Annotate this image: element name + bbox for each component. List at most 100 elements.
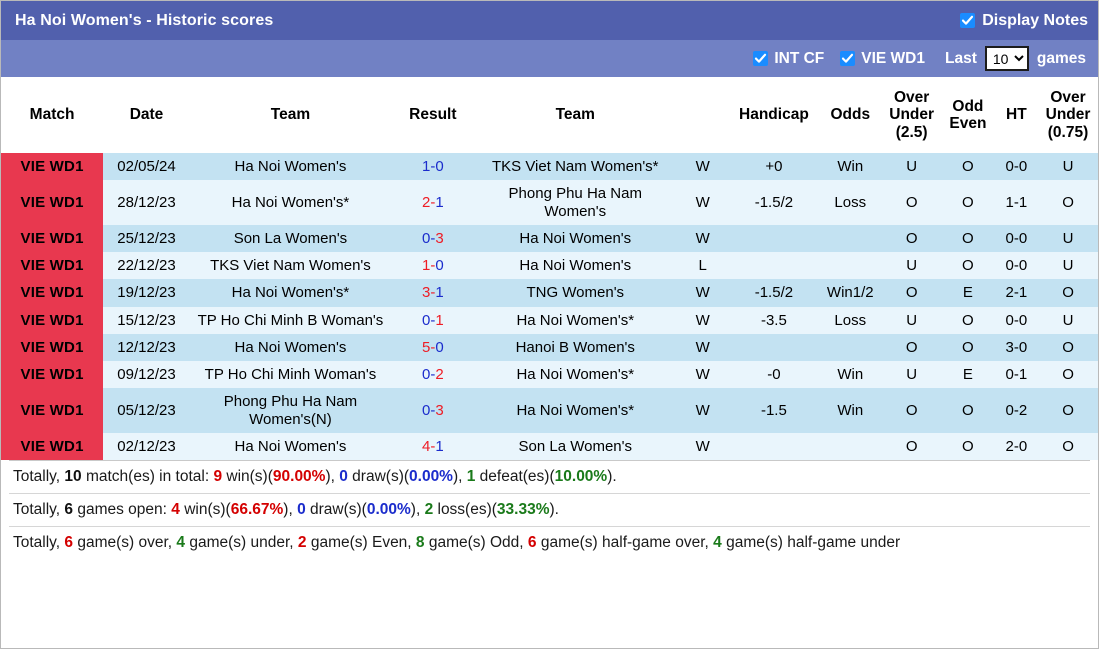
cell-result[interactable]: 0-2 <box>391 361 475 388</box>
cell-match-league: VIE WD1 <box>1 252 103 279</box>
check-icon[interactable] <box>753 51 768 66</box>
table-row[interactable]: VIE WD109/12/23TP Ho Chi Minh Woman's0-2… <box>1 361 1098 388</box>
table-row[interactable]: VIE WD112/12/23Ha Noi Women's5-0Hanoi B … <box>1 334 1098 361</box>
col-match: Match <box>1 77 103 153</box>
summary1-total: 10 <box>64 468 81 485</box>
table-row[interactable]: VIE WD102/05/24Ha Noi Women's1-0TKS Viet… <box>1 153 1098 180</box>
historic-scores-panel: Ha Noi Women's - Historic scores Display… <box>0 0 1099 649</box>
table-row[interactable]: VIE WD105/12/23Phong Phu Ha Nam Women's(… <box>1 388 1098 433</box>
summary1-t7: ). <box>607 468 616 485</box>
cell-result[interactable]: 1-0 <box>391 153 475 180</box>
cell-match-date: 05/12/23 <box>103 388 190 433</box>
filter-vie-wd1[interactable]: VIE WD1 <box>840 50 925 68</box>
col-ou25-line2: Under <box>889 106 934 123</box>
cell-result[interactable]: 1-0 <box>391 252 475 279</box>
cell-half-time-score: 0-0 <box>995 252 1038 279</box>
check-icon[interactable] <box>960 13 975 28</box>
display-notes-toggle[interactable]: Display Notes <box>960 12 1088 30</box>
cell-over-under-25: O <box>882 334 941 361</box>
cell-match-date: 19/12/23 <box>103 279 190 306</box>
cell-result[interactable]: 0-3 <box>391 388 475 433</box>
cell-away-team[interactable]: TKS Viet Nam Women's* <box>475 153 676 180</box>
cell-away-team[interactable]: Ha Noi Women's* <box>475 388 676 433</box>
cell-win-loss: W <box>676 153 730 180</box>
cell-away-team[interactable]: Hanoi B Women's <box>475 334 676 361</box>
cell-odds <box>818 334 882 361</box>
cell-result[interactable]: 5-0 <box>391 334 475 361</box>
filter-vie-wd1-label: VIE WD1 <box>861 50 925 68</box>
cell-over-under-25: U <box>882 153 941 180</box>
summary2-prefix: Totally, <box>13 501 64 518</box>
cell-home-team[interactable]: Son La Women's <box>190 225 391 252</box>
table-row[interactable]: VIE WD122/12/23TKS Viet Nam Women's1-0Ha… <box>1 252 1098 279</box>
col-over-under-25: Over Under (2.5) <box>882 77 941 153</box>
cell-over-under-075: O <box>1038 180 1098 225</box>
cell-home-team[interactable]: Ha Noi Women's* <box>190 180 391 225</box>
table-row[interactable]: VIE WD119/12/23Ha Noi Women's*3-1TNG Wom… <box>1 279 1098 306</box>
cell-handicap: -3.5 <box>730 307 819 334</box>
cell-handicap <box>730 334 819 361</box>
page-title: Ha Noi Women's - Historic scores <box>15 12 273 30</box>
cell-home-team[interactable]: Phong Phu Ha Nam Women's(N) <box>190 388 391 433</box>
col-win-loss <box>676 77 730 153</box>
cell-away-team[interactable]: Ha Noi Women's* <box>475 361 676 388</box>
filter-int-cf-label: INT CF <box>774 50 824 68</box>
cell-result[interactable]: 4-1 <box>391 433 475 460</box>
cell-odd-even: O <box>941 307 995 334</box>
cell-away-team[interactable]: Son La Women's <box>475 433 676 460</box>
cell-half-time-score: 0-2 <box>995 388 1038 433</box>
result-away-score: 1 <box>435 312 443 329</box>
cell-odds: Win1/2 <box>818 279 882 306</box>
cell-half-time-score: 2-1 <box>995 279 1038 306</box>
cell-half-time-score: 0-1 <box>995 361 1038 388</box>
cell-home-team[interactable]: TKS Viet Nam Women's <box>190 252 391 279</box>
cell-home-team[interactable]: Ha Noi Women's <box>190 153 391 180</box>
filter-int-cf[interactable]: INT CF <box>753 50 824 68</box>
summary3-half-under: 4 <box>713 534 722 551</box>
cell-odd-even: O <box>941 388 995 433</box>
cell-over-under-25: O <box>882 433 941 460</box>
summary1-wins: 9 <box>213 468 222 485</box>
cell-over-under-075: U <box>1038 252 1098 279</box>
cell-home-team[interactable]: Ha Noi Women's* <box>190 279 391 306</box>
table-row[interactable]: VIE WD115/12/23TP Ho Chi Minh B Woman's0… <box>1 307 1098 334</box>
summary2-t2: win(s)( <box>180 501 231 518</box>
summary-line-open: Totally, 6 games open: 4 win(s)(66.67%),… <box>9 493 1090 526</box>
cell-result[interactable]: 0-1 <box>391 307 475 334</box>
cell-away-team[interactable]: Ha Noi Women's <box>475 225 676 252</box>
summary3-half-over: 6 <box>528 534 537 551</box>
cell-result[interactable]: 3-1 <box>391 279 475 306</box>
cell-home-team[interactable]: TP Ho Chi Minh B Woman's <box>190 307 391 334</box>
cell-handicap: -1.5 <box>730 388 819 433</box>
check-icon[interactable] <box>840 51 855 66</box>
cell-win-loss: W <box>676 307 730 334</box>
table-row[interactable]: VIE WD125/12/23Son La Women's0-3Ha Noi W… <box>1 225 1098 252</box>
col-oddeven-line1: Odd <box>952 98 983 115</box>
cell-win-loss: W <box>676 180 730 225</box>
cell-win-loss: W <box>676 279 730 306</box>
cell-away-team[interactable]: Ha Noi Women's* <box>475 307 676 334</box>
cell-result[interactable]: 2-1 <box>391 180 475 225</box>
cell-away-team[interactable]: TNG Women's <box>475 279 676 306</box>
cell-match-date: 28/12/23 <box>103 180 190 225</box>
panel-title-bar: Ha Noi Women's - Historic scores Display… <box>1 1 1098 40</box>
cell-over-under-075: U <box>1038 307 1098 334</box>
cell-odds: Win <box>818 153 882 180</box>
summary3-odd: 8 <box>416 534 425 551</box>
cell-over-under-075: O <box>1038 388 1098 433</box>
cell-odds <box>818 225 882 252</box>
col-half-time: HT <box>995 77 1038 153</box>
table-row[interactable]: VIE WD128/12/23Ha Noi Women's*2-1Phong P… <box>1 180 1098 225</box>
cell-home-team[interactable]: Ha Noi Women's <box>190 433 391 460</box>
cell-away-team[interactable]: Ha Noi Women's <box>475 252 676 279</box>
cell-handicap: -1.5/2 <box>730 180 819 225</box>
cell-result[interactable]: 0-3 <box>391 225 475 252</box>
col-result: Result <box>391 77 475 153</box>
cell-home-team[interactable]: TP Ho Chi Minh Woman's <box>190 361 391 388</box>
games-count-select[interactable]: 10203050 <box>985 46 1029 71</box>
cell-away-team[interactable]: Phong Phu Ha Nam Women's <box>475 180 676 225</box>
cell-home-team[interactable]: Ha Noi Women's <box>190 334 391 361</box>
cell-over-under-25: U <box>882 361 941 388</box>
table-row[interactable]: VIE WD102/12/23Ha Noi Women's4-1Son La W… <box>1 433 1098 460</box>
cell-match-date: 12/12/23 <box>103 334 190 361</box>
